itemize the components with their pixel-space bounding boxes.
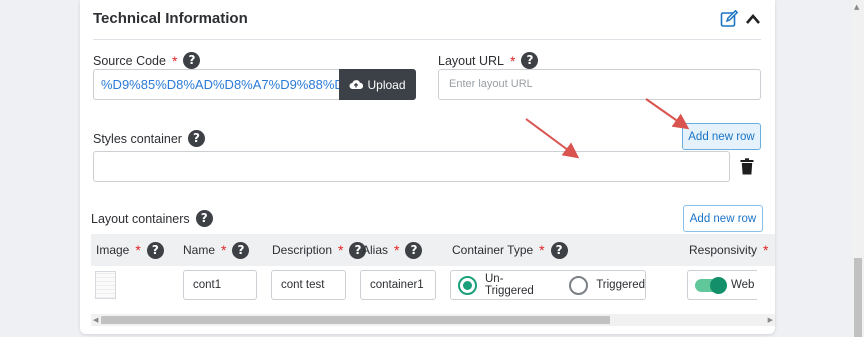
column-alias: Alias * ? [362,234,423,266]
web-toggle-label: Web [731,279,755,291]
horizontal-scrollbar[interactable]: ◀ ▶ [91,314,775,326]
layout-url-input[interactable]: Enter layout URL [438,69,761,100]
layout-containers-label-text: Layout containers [91,211,190,226]
styles-container-input[interactable] [93,151,730,182]
radio-triggered-label: Triggered [596,279,645,291]
help-icon[interactable]: ? [521,52,539,69]
container-type-radio-group: Un-Triggered Triggered [450,270,646,300]
vertical-scroll-thumb[interactable] [854,258,862,337]
styles-container-label-text: Styles container [93,131,182,146]
scroll-up-icon[interactable]: ▲ [854,3,859,11]
required-mark: * [510,52,516,69]
horizontal-scroll-thumb[interactable] [101,316,610,324]
required-mark: * [171,52,178,69]
trash-icon[interactable] [740,158,754,175]
help-icon[interactable]: ? [550,241,568,259]
container-description-input[interactable]: cont test [271,270,346,300]
radio-un-triggered[interactable] [458,275,477,295]
container-image-thumbnail[interactable] [95,271,116,299]
styles-container-label: Styles container ? [93,130,205,147]
help-icon[interactable]: ? [187,130,205,147]
edit-icon[interactable] [720,10,738,28]
chevron-up-icon[interactable] [745,12,761,26]
web-toggle[interactable] [695,276,727,294]
radio-un-triggered-label: Un-Triggered [485,273,534,297]
column-responsivity: Responsivity * [689,242,769,258]
source-code-label: Source Code * ? [93,52,201,69]
column-image: Image * ? [96,234,164,266]
vertical-scrollbar[interactable]: ▲ [852,0,864,337]
scroll-right-icon[interactable]: ▶ [768,316,773,324]
container-alias-input[interactable]: container1 [360,270,436,300]
layout-url-label-text: Layout URL [438,53,505,68]
scroll-left-icon[interactable]: ◀ [93,316,98,324]
column-container-type: Container Type * ? [452,234,568,266]
technical-information-card: Technical Information Source Code * ? %D… [80,0,775,334]
upload-label: Upload [367,77,406,92]
help-icon[interactable]: ? [146,241,164,259]
styles-add-new-row-button[interactable]: Add new row [682,123,761,150]
help-icon[interactable]: ? [232,241,250,259]
table-header: Image * ? Name * ? Description * ? Alias… [91,234,775,266]
section-title: Technical Information [93,10,248,27]
help-icon[interactable]: ? [195,210,213,227]
source-code-input[interactable]: %D9%85%D8%AD%D8%A7%D9%88%D8%B [93,69,339,100]
responsivity-cell: Web [687,270,757,300]
column-description: Description * ? [272,234,367,266]
layout-url-label: Layout URL * ? [438,52,539,69]
container-name-input[interactable]: cont1 [183,270,257,300]
source-code-label-text: Source Code [93,53,166,68]
upload-button[interactable]: Upload [339,69,416,100]
help-icon[interactable]: ? [183,52,201,69]
containers-add-new-row-button[interactable]: Add new row [683,205,763,232]
help-icon[interactable]: ? [405,241,423,259]
radio-triggered[interactable] [569,275,589,295]
column-name: Name * ? [183,234,250,266]
divider [93,39,761,40]
layout-containers-label: Layout containers ? [91,210,213,227]
cloud-upload-icon [349,80,364,90]
